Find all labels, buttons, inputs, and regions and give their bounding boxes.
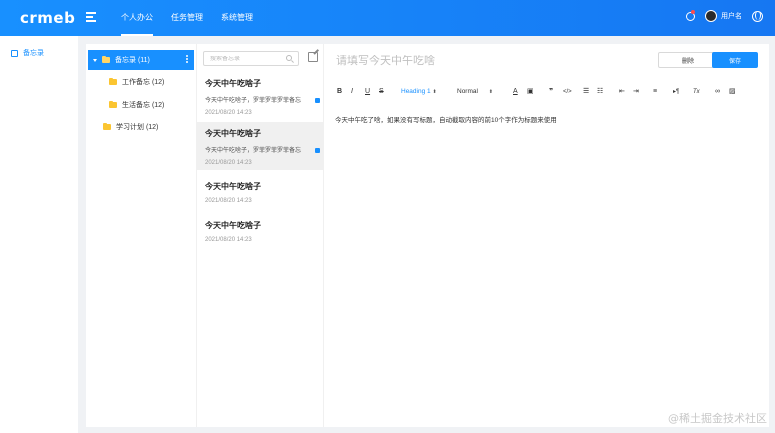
main-card: 备忘录 (11) 工作备忘 (12) 生活备忘 (12) 学习计划 (12) 今… — [86, 44, 769, 427]
sidebar-item-label: 备忘录 — [23, 50, 44, 57]
note-date: 2021/08/20 14:23 — [205, 160, 252, 166]
notification-dot — [691, 10, 695, 14]
note-title: 今天中午吃啥子 — [205, 221, 261, 230]
editor-toolbar: B I U S Heading 1 ⬍ Normal ⬍ A ▣ ❞ </> ☰… — [335, 86, 760, 98]
menu-toggle-icon[interactable] — [86, 12, 96, 22]
folder-label: 生活备忘 (12) — [122, 102, 165, 109]
italic-button[interactable]: I — [351, 86, 353, 98]
folder-item-memo-root[interactable]: 备忘录 (11) — [88, 50, 194, 70]
note-date: 2021/08/20 14:23 — [205, 198, 252, 204]
share-icon[interactable] — [315, 148, 320, 153]
note-preview: 今天中午吃啥子，罗菲罗菲罗菲备忘 — [205, 98, 302, 104]
heading-select-value: Heading 1 — [401, 88, 431, 95]
avatar[interactable] — [705, 10, 717, 22]
heading-select[interactable]: Heading 1 ⬍ — [401, 86, 437, 98]
folder-label: 工作备忘 (12) — [122, 79, 165, 86]
image-icon[interactable]: ▨ — [729, 86, 736, 98]
size-select-value: Normal — [457, 88, 478, 95]
more-vertical-icon[interactable] — [186, 55, 188, 65]
book-icon — [11, 49, 18, 57]
nav-item-personal-office[interactable]: 个人办公 — [121, 0, 153, 36]
ordered-list-icon[interactable]: ☰ — [583, 86, 589, 98]
bullet-list-icon[interactable]: ☷ — [597, 86, 603, 98]
search-icon[interactable] — [286, 55, 292, 61]
clean-format-button[interactable]: Tx — [693, 86, 700, 98]
text-direction-button[interactable]: ▸¶ — [673, 86, 679, 98]
indent-icon[interactable]: ⇥ — [633, 86, 639, 98]
nav-item-system-management[interactable]: 系统管理 — [221, 0, 253, 36]
note-title: 今天中午吃啥子 — [205, 182, 261, 191]
blockquote-button[interactable]: ❞ — [549, 86, 553, 98]
bold-button[interactable]: B — [337, 86, 342, 98]
strike-button[interactable]: S — [379, 86, 384, 98]
note-title-input[interactable] — [336, 55, 636, 67]
select-arrow-icon: ⬍ — [488, 89, 493, 95]
notes-list-panel: 今天中午吃啥子 今天中午吃啥子，罗菲罗菲罗菲备忘 2021/08/20 14:2… — [196, 44, 324, 427]
new-note-edit-icon[interactable] — [308, 52, 318, 62]
sidebar: 备忘录 — [0, 36, 78, 433]
watermark: @稀土掘金技术社区 — [668, 412, 767, 425]
search-input[interactable] — [210, 55, 282, 62]
caret-down-icon[interactable] — [93, 58, 97, 62]
save-button[interactable]: 保存 — [712, 52, 758, 68]
note-date: 2021/08/20 14:23 — [205, 237, 252, 243]
folder-item-work[interactable]: 工作备忘 (12) — [109, 77, 164, 87]
app-logo[interactable]: crmeb — [20, 9, 75, 27]
align-left-icon[interactable]: ≡ — [653, 86, 657, 98]
note-item[interactable]: 今天中午吃啥子 今天中午吃啥子，罗菲罗菲罗菲备忘 2021/08/20 14:2… — [197, 72, 324, 120]
folder-tree: 备忘录 (11) 工作备忘 (12) 生活备忘 (12) 学习计划 (12) — [86, 44, 196, 427]
share-icon[interactable] — [315, 98, 320, 103]
search-box — [203, 51, 299, 66]
folder-icon — [102, 55, 110, 63]
folder-label: 备忘录 (11) — [115, 57, 150, 64]
user-area: 用户名 — [685, 10, 763, 22]
link-icon[interactable]: ∞ — [715, 86, 720, 98]
folder-icon — [109, 100, 117, 108]
folder-item-life[interactable]: 生活备忘 (12) — [109, 100, 164, 110]
main-nav: 个人办公 任务管理 系统管理 — [121, 0, 271, 36]
username[interactable]: 用户名 — [721, 11, 742, 21]
notification-icon[interactable] — [685, 10, 695, 22]
note-preview: 今天中午吃啥子，罗菲罗菲罗菲备忘 — [205, 148, 302, 154]
note-date: 2021/08/20 14:23 — [205, 110, 252, 116]
outdent-icon[interactable]: ⇤ — [619, 86, 625, 98]
top-bar: crmeb 个人办公 任务管理 系统管理 用户名 — [0, 0, 775, 36]
folder-item-study[interactable]: 学习计划 (12) — [103, 122, 158, 132]
note-title: 今天中午吃啥子 — [205, 79, 261, 88]
background-color-icon[interactable]: ▣ — [527, 86, 534, 98]
sidebar-item-memo[interactable]: 备忘录 — [11, 48, 44, 58]
note-editor: 删除 保存 B I U S Heading 1 ⬍ Normal ⬍ A ▣ ❞… — [324, 44, 769, 427]
note-title: 今天中午吃啥子 — [205, 129, 261, 138]
language-globe-icon[interactable] — [752, 10, 763, 22]
note-item[interactable]: 今天中午吃啥子 2021/08/20 14:23 — [197, 214, 324, 262]
nav-item-task-management[interactable]: 任务管理 — [171, 0, 203, 36]
underline-button[interactable]: U — [365, 86, 370, 98]
select-arrow-icon: ⬍ — [432, 89, 437, 95]
font-color-button[interactable]: A — [513, 86, 518, 98]
folder-label: 学习计划 (12) — [116, 124, 159, 131]
note-item-selected[interactable]: 今天中午吃啥子 今天中午吃啥子，罗菲罗菲罗菲备忘 2021/08/20 14:2… — [197, 122, 324, 170]
delete-button[interactable]: 删除 — [658, 52, 718, 68]
folder-icon — [103, 122, 111, 130]
code-block-button[interactable]: </> — [563, 86, 572, 98]
size-select[interactable]: Normal ⬍ — [457, 86, 493, 98]
folder-icon — [109, 77, 117, 85]
editor-content[interactable]: 今天中午吃了啥，如果没有写标题，自动截取内容的前10个字作为标题来使用 — [335, 114, 557, 124]
